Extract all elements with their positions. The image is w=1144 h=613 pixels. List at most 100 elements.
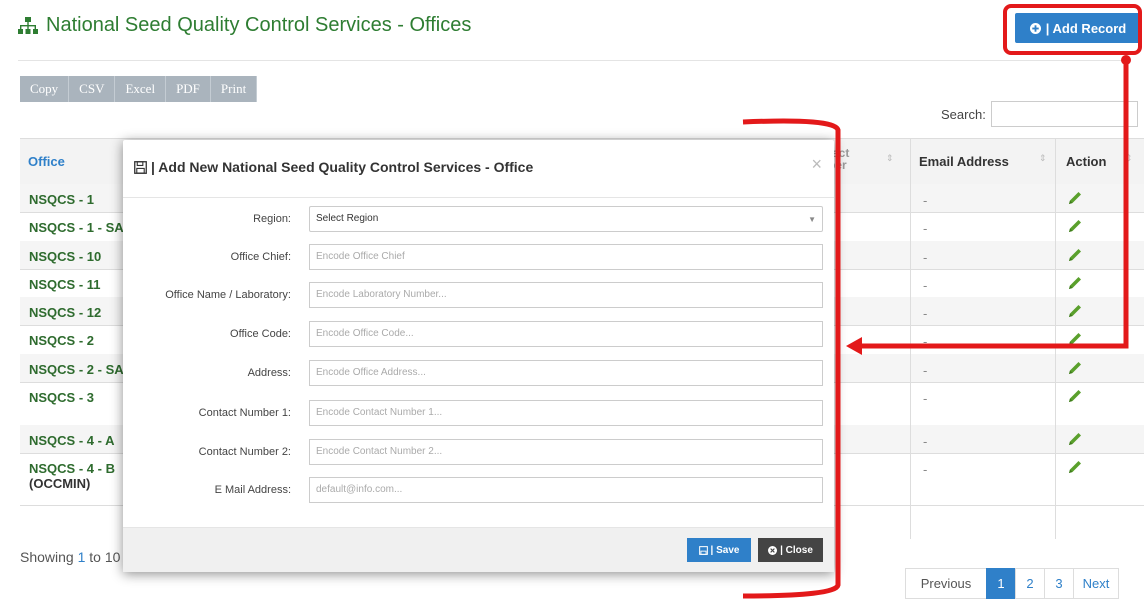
csv-button[interactable]: CSV: [69, 76, 116, 102]
office-code-input[interactable]: Encode Office Code...: [309, 321, 823, 347]
previous-page-button[interactable]: Previous: [905, 568, 987, 599]
column-header-office[interactable]: Office: [28, 154, 65, 169]
office-cell: NSQCS - 4 - A: [29, 433, 114, 448]
office-cell: NSQCS - 3: [29, 390, 94, 405]
contact1-input[interactable]: Encode Contact Number 1...: [309, 400, 823, 426]
edit-pencil-icon[interactable]: [1067, 247, 1083, 263]
office-cell: NSQCS - 1 - SA: [29, 220, 124, 235]
close-button[interactable]: | Close: [758, 538, 823, 562]
edit-pencil-icon[interactable]: [1067, 218, 1083, 234]
close-label: | Close: [780, 544, 813, 556]
email-cell: -: [923, 462, 928, 477]
edit-pencil-icon[interactable]: [1067, 331, 1083, 347]
save-button[interactable]: | Save: [687, 538, 751, 562]
sort-icon: ⇕: [1039, 153, 1047, 163]
add-office-modal: | Add New National Seed Quality Control …: [123, 140, 834, 572]
modal-footer: | Save | Close: [123, 527, 834, 572]
email-cell: -: [923, 278, 928, 293]
email-input[interactable]: default@info.com...: [309, 477, 823, 503]
page-1-button[interactable]: 1: [986, 568, 1016, 599]
office-cell: NSQCS - 4 - B (OCCMIN): [29, 461, 115, 491]
address-label: Address:: [247, 367, 291, 379]
showing-rest: to 10: [85, 549, 121, 565]
address-input[interactable]: Encode Office Address...: [309, 360, 823, 386]
region-label: Region:: [253, 213, 291, 225]
save-label: | Save: [710, 544, 740, 556]
contact2-label: Contact Number 2:: [198, 446, 291, 458]
region-select[interactable]: Select Region ▼: [309, 206, 823, 232]
email-cell: -: [923, 306, 928, 321]
office-cell: NSQCS - 11: [29, 277, 101, 292]
close-circle-icon: [768, 545, 778, 555]
annotation-highlight-box: [1003, 4, 1142, 55]
email-row: E Mail Address: default@info.com...: [123, 477, 834, 503]
modal-close-icon[interactable]: ×: [811, 154, 822, 175]
contact1-row: Contact Number 1: Encode Contact Number …: [123, 400, 834, 426]
sort-icon: ⇕: [886, 153, 894, 163]
search-input[interactable]: [991, 101, 1138, 127]
region-value: Select Region: [316, 213, 379, 224]
showing-prefix: Showing: [20, 549, 78, 565]
office-chief-label: Office Chief:: [230, 251, 291, 263]
sitemap-icon: [18, 16, 38, 34]
column-header-action: Action: [1066, 154, 1107, 169]
email-cell: -: [923, 363, 928, 378]
edit-pencil-icon[interactable]: [1067, 275, 1083, 291]
page-title-text: National Seed Quality Control Services -…: [46, 14, 472, 36]
office-name: NSQCS - 11: [29, 277, 101, 292]
edit-pencil-icon[interactable]: [1067, 388, 1083, 404]
search-label: Search:: [941, 107, 986, 122]
email-cell: -: [923, 434, 928, 449]
next-page-button[interactable]: Next: [1073, 568, 1119, 599]
edit-pencil-icon[interactable]: [1067, 190, 1083, 206]
office-name-input[interactable]: Encode Laboratory Number...: [309, 282, 823, 308]
edit-pencil-icon[interactable]: [1067, 431, 1083, 447]
office-cell: NSQCS - 2 - SA: [29, 362, 124, 377]
email-cell: -: [923, 221, 928, 236]
chevron-down-icon: ▼: [808, 215, 816, 224]
office-name-row: Office Name / Laboratory: Encode Laborat…: [123, 282, 834, 308]
page-title: National Seed Quality Control Services -…: [18, 14, 471, 37]
print-button[interactable]: Print: [210, 76, 258, 102]
email-cell: -: [923, 250, 928, 265]
office-name-label: Office Name / Laboratory:: [165, 289, 291, 301]
office-name: NSQCS - 2 - SA: [29, 362, 124, 377]
office-chief-row: Office Chief: Encode Office Chief: [123, 244, 834, 270]
office-name: NSQCS - 4 - B: [29, 461, 115, 476]
modal-title-text: | Add New National Seed Quality Control …: [151, 159, 534, 175]
page-2-button[interactable]: 2: [1015, 568, 1045, 599]
copy-button[interactable]: Copy: [20, 76, 70, 102]
excel-button[interactable]: Excel: [115, 76, 167, 102]
export-button-group: Copy CSV Excel PDF Print: [20, 76, 258, 102]
office-cell: NSQCS - 1: [29, 192, 94, 207]
column-divider: [1055, 139, 1056, 539]
edit-pencil-icon[interactable]: [1067, 303, 1083, 319]
office-name: NSQCS - 3: [29, 390, 95, 405]
email-cell: -: [923, 193, 928, 208]
edit-pencil-icon[interactable]: [1067, 360, 1083, 376]
edit-pencil-icon[interactable]: [1067, 459, 1083, 475]
pdf-button[interactable]: PDF: [166, 76, 211, 102]
office-name: NSQCS - 1 - SA: [29, 220, 124, 235]
contact2-row: Contact Number 2: Encode Contact Number …: [123, 439, 834, 465]
office-cell: NSQCS - 12: [29, 305, 101, 320]
office-cell: NSQCS - 10: [29, 249, 101, 264]
showing-entries-text: Showing 1 to 10: [20, 549, 120, 565]
office-chief-input[interactable]: Encode Office Chief: [309, 244, 823, 270]
region-row: Region: Select Region ▼: [123, 206, 834, 232]
column-header-email[interactable]: Email Address: [919, 154, 1009, 169]
modal-header-divider: [123, 197, 834, 198]
office-name: NSQCS - 12: [29, 305, 102, 320]
page-3-button[interactable]: 3: [1044, 568, 1074, 599]
office-name: NSQCS - 10: [29, 249, 102, 264]
office-name: NSQCS - 4 - A: [29, 433, 115, 448]
floppy-disk-icon: [134, 160, 147, 174]
contact1-label: Contact Number 1:: [198, 407, 291, 419]
contact2-input[interactable]: Encode Contact Number 2...: [309, 439, 823, 465]
floppy-disk-icon: [698, 545, 708, 555]
office-code-label: Office Code:: [230, 328, 291, 340]
office-name: NSQCS - 2: [29, 333, 95, 348]
office-name-line2: (OCCMIN): [29, 476, 91, 491]
office-name: NSQCS - 1: [29, 192, 95, 207]
modal-title: | Add New National Seed Quality Control …: [134, 159, 533, 175]
